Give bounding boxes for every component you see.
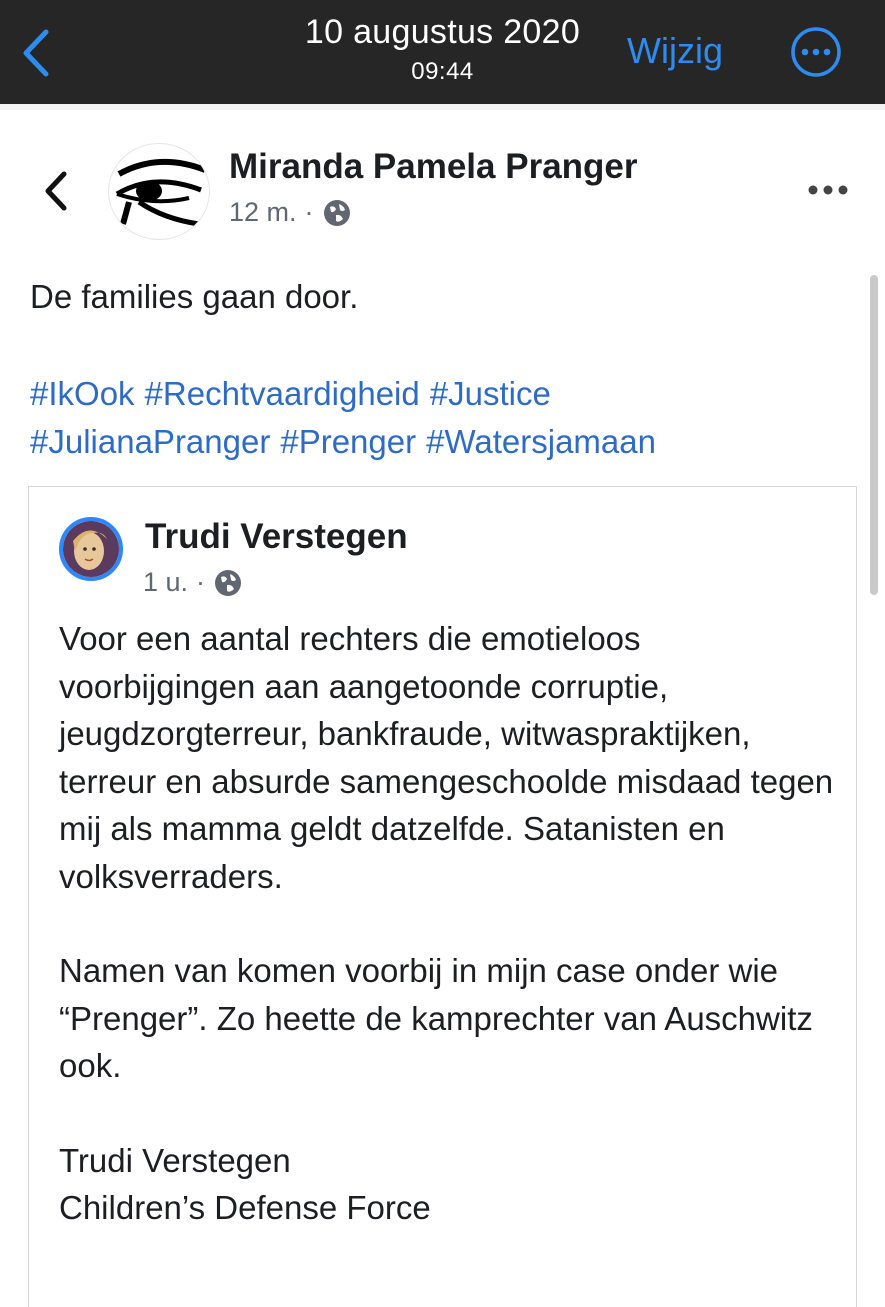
shared-avatar[interactable] [59, 517, 123, 581]
more-options-icon[interactable] [806, 180, 850, 200]
scrollbar[interactable] [870, 275, 878, 595]
eye-of-horus-icon [115, 159, 207, 227]
shared-post-time[interactable]: 1 u. [143, 567, 188, 598]
edit-button[interactable]: Wijzig [627, 30, 723, 72]
hashtag-list: #IkOok #Rechtvaardigheid #Justice #Juliana… [30, 370, 850, 466]
shared-post-meta: 1 u. · [143, 567, 243, 598]
avatar[interactable] [108, 143, 210, 240]
header-date: 10 augustus 2020 [304, 13, 581, 51]
shared-paragraph: Voor een aantal rechters die emotieloos … [59, 620, 834, 895]
hashtag-link[interactable]: #JulianaPranger [30, 423, 270, 460]
back-arrow-icon[interactable] [38, 168, 74, 214]
post-time[interactable]: 12 m. [229, 197, 297, 228]
hashtag-link[interactable]: #Watersjamaan [426, 423, 656, 460]
shared-post-text: Voor een aantal rechters die emotieloos … [59, 615, 839, 1232]
photo-viewer-header: 10 augustus 2020 09:44 Wijzig [0, 0, 885, 104]
hashtag-link[interactable]: #Justice [430, 375, 551, 412]
signature-name: Trudi Verstegen [59, 1141, 291, 1179]
signature-organization: Children’s Defense Force [59, 1189, 431, 1226]
post-text: De families gaan door. [30, 278, 359, 315]
post-author-name[interactable]: Miranda Pamela Pranger [229, 147, 638, 187]
divider [0, 104, 885, 110]
globe-icon [215, 569, 242, 596]
meta-separator: · [304, 197, 314, 227]
hashtag-link[interactable]: #Rechtvaardigheid [145, 375, 420, 412]
meta-separator: · [196, 567, 206, 597]
globe-icon [323, 199, 350, 226]
hashtag-link[interactable]: #Prenger [280, 423, 416, 460]
shared-paragraph: Namen van komen voorbij in mijn case ond… [59, 952, 813, 1084]
ellipsis-circle-icon[interactable] [790, 26, 842, 78]
shared-author-name[interactable]: Trudi Verstegen [145, 517, 408, 557]
header-time: 09:44 [411, 58, 474, 85]
hashtag-link[interactable]: #IkOok [30, 375, 135, 412]
shared-post-card[interactable]: Trudi Verstegen 1 u. · Voor een aantal r… [28, 486, 857, 1307]
profile-photo-icon [63, 521, 119, 577]
post-meta: 12 m. · [229, 197, 352, 228]
